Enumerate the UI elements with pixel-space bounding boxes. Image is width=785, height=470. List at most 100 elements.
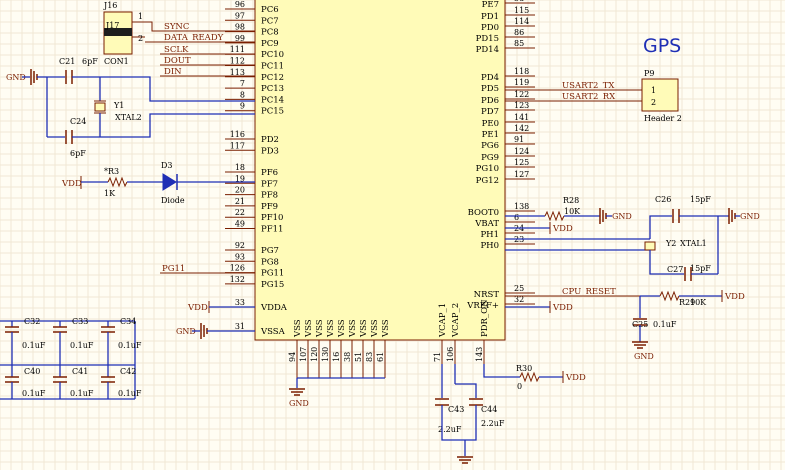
d3-ref: D3: [161, 161, 173, 170]
c21-value: 6pF: [82, 57, 98, 66]
mcu-pin-number: 126: [230, 264, 245, 273]
mcu-pin-number: 106: [446, 347, 455, 362]
vdda-vssa-power: VDD GND: [176, 301, 255, 339]
mcu-pin-number: 120: [310, 347, 319, 362]
mcu-pin-name: PG6: [481, 141, 499, 151]
mcu-pin-number: 21: [235, 197, 245, 206]
net-sclk: SCLK: [164, 45, 189, 55]
vdd-label-pdr: VDD: [565, 373, 586, 383]
gnd-label-hse: GND: [740, 212, 760, 221]
mcu-pin-name: PC8: [261, 28, 279, 38]
mcu-pin-number: 111: [230, 45, 245, 54]
mcu-pin-name: NRST: [474, 290, 500, 300]
r29-value: 10K: [690, 298, 707, 307]
mcu-pin-number: 117: [230, 141, 245, 150]
net-pg11: PG11: [162, 264, 185, 274]
mcu-pin-number: 58: [514, 0, 524, 3]
mcu-pin-number: 93: [235, 252, 245, 261]
mcu-pin-name: VBAT: [474, 219, 499, 229]
net-cpu-reset: CPU_RESET: [562, 287, 616, 297]
mcu-pin-name: PG15: [261, 280, 284, 290]
mcu-pin-number: 113: [230, 68, 245, 77]
mcu-pin-name: PD14: [476, 45, 499, 55]
mcu-pin-name: PG8: [261, 257, 279, 267]
mcu-pin-number: 118: [514, 67, 529, 76]
mcu-pin-name: PF9: [261, 202, 278, 212]
net-usart2-rx: USART2_RX: [562, 92, 616, 102]
mcu-pin-name: VSS: [293, 319, 303, 338]
cap-ref: C34: [120, 317, 136, 326]
p9-value: Header 2: [644, 114, 682, 123]
pdr-circuit: R30 0 VDD: [483, 364, 586, 391]
mcu-pin-name: PF6: [261, 168, 278, 178]
mcu-pin-number: 141: [514, 113, 529, 122]
c25-value: 0.1uF: [653, 320, 677, 329]
c26-left-wire: [649, 215, 672, 239]
mcu-pin-name: VSS: [348, 319, 358, 338]
p9-body: [641, 78, 679, 112]
mcu-pin-name: PD7: [481, 107, 499, 117]
p9-pin2: 2: [651, 98, 656, 107]
mcu-pin-number: 16: [332, 352, 341, 362]
mcu-pin-name: PF11: [261, 225, 283, 235]
cap-ref: C33: [72, 317, 88, 326]
mcu-pin-number: 107: [299, 347, 308, 362]
mcu-pin-number: 86: [514, 28, 524, 37]
c24-value: 6pF: [70, 149, 86, 158]
mcu-pin-name: VSS: [315, 319, 325, 338]
reset-circuit: CPU_RESET R29 10K VDD C25 0.1uF GND VDD: [505, 287, 745, 361]
mcu-pin-number: 25: [514, 284, 524, 293]
mcu-pin-number: 124: [514, 147, 529, 156]
r30-value: 0: [517, 382, 522, 391]
y2-ref: Y2: [665, 239, 676, 248]
crystal-y2-circuit: C26 15pF GND Y2 XTAL1 C27 15pF: [505, 195, 760, 281]
c43-ref: C43: [448, 405, 464, 414]
mcu-pin-number: 98: [235, 23, 245, 32]
mcu-pin-number: 122: [514, 90, 529, 99]
mcu-pin-name: PG10: [476, 164, 499, 174]
net-sync: SYNC: [164, 22, 189, 32]
j16-value: CON1: [104, 57, 129, 66]
mcu-pin-number: 83: [365, 352, 374, 362]
mcu-pin-number: 38: [343, 352, 352, 362]
mcu-pin-number: 91: [514, 135, 524, 144]
j16-ref: J16: [103, 1, 117, 10]
j16-pin2: 2: [138, 34, 143, 43]
mcu-pin-name: PC13: [261, 84, 284, 94]
vdd-label-reset: VDD: [724, 292, 745, 302]
mcu-pin-name: VDDA: [260, 303, 288, 313]
gps-title: GPS: [643, 35, 681, 57]
mcu-pin-name: PD0: [481, 23, 499, 33]
mcu-pin-number: 130: [321, 347, 330, 362]
mcu-pin-name: VCAP_2: [451, 303, 461, 338]
mcu-pin-number: 116: [230, 130, 245, 139]
c24-ref: C24: [70, 117, 86, 126]
mcu-pin-name: PD1: [481, 12, 499, 22]
c27-ref: C27: [667, 265, 683, 274]
net-din: DIN: [164, 67, 182, 77]
y2-value: XTAL1: [680, 239, 707, 248]
cap-ref: C32: [24, 317, 40, 326]
mcu-pin-number: 143: [475, 347, 484, 362]
gnd-label-boot0: GND: [612, 212, 632, 221]
c26-ref: C26: [655, 195, 671, 204]
gnd-label-vss: GND: [289, 399, 309, 408]
mcu-pin-name: PC14: [261, 95, 284, 105]
r3-ref: *R3: [104, 167, 119, 176]
vcap-circuit: C43 2.2uF C44 2.2uF: [435, 364, 505, 464]
mcu-pin-name: PF7: [261, 179, 278, 189]
mcu-pin-number: 127: [514, 170, 529, 179]
mcu-pin-name: PD6: [481, 96, 499, 106]
j17-label: J17: [105, 21, 119, 30]
mcu-pin-number: 114: [514, 17, 529, 26]
mcu-pin-number: 142: [514, 124, 529, 133]
mcu-pin-name: VSS: [359, 319, 369, 338]
mcu-pin-name: PG12: [476, 176, 499, 186]
mcu-pin-name: PC6: [261, 5, 279, 15]
mcu-pin-number: 97: [235, 11, 245, 20]
mcu-pin-number: 33: [235, 298, 245, 307]
mcu-pin-name: PE1: [482, 130, 499, 140]
mcu-pin-number: 22: [235, 208, 245, 217]
cap-ref: C42: [120, 367, 136, 376]
vdd-label-vbat: VDD: [552, 224, 573, 234]
